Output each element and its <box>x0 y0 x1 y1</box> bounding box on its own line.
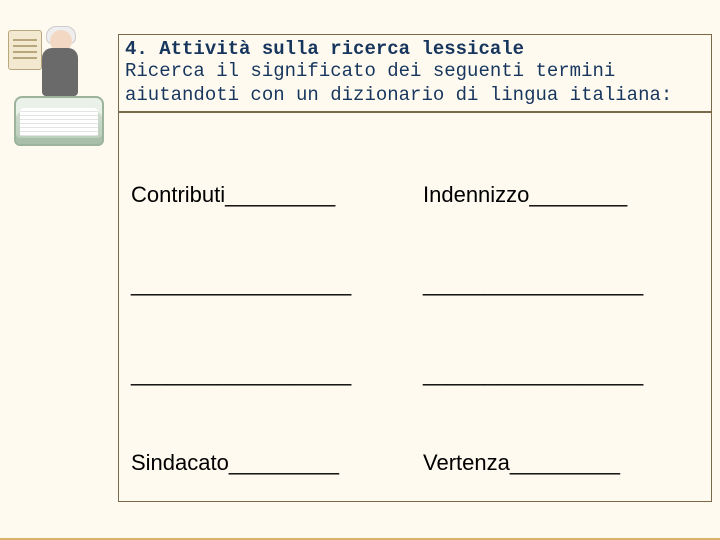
activity-title: 4. Attività sulla ricerca lessicale <box>125 38 705 60</box>
dictionary-judge-icon <box>8 30 114 148</box>
blank-line: __________________ <box>423 269 701 299</box>
scroll-icon <box>8 30 42 70</box>
blank-line: __________________ <box>131 537 409 540</box>
blank-line: __________________ <box>423 359 701 389</box>
slide: 4. Attività sulla ricerca lessicale Rice… <box>0 0 720 540</box>
blank-line: __________________ <box>131 269 409 299</box>
term-contributi: Contributi_________ <box>131 180 409 210</box>
blank-line: __________________ <box>423 537 701 540</box>
header-box: 4. Attività sulla ricerca lessicale Rice… <box>118 34 712 112</box>
activity-subtitle: Ricerca il significato dei seguenti term… <box>125 60 705 108</box>
left-column: Contributi_________ __________________ _… <box>131 121 409 540</box>
term-vertenza: Vertenza_________ <box>423 448 701 478</box>
columns: Contributi_________ __________________ _… <box>131 121 701 540</box>
dictionary-pages-icon <box>20 108 98 136</box>
worksheet-box: Contributi_________ __________________ _… <box>118 112 712 502</box>
term-sindacato: Sindacato_________ <box>131 448 409 478</box>
right-column: Indennizzo________ __________________ __… <box>423 121 701 540</box>
judge-body-icon <box>42 48 78 96</box>
blank-line: __________________ <box>131 359 409 389</box>
term-indennizzo: Indennizzo________ <box>423 180 701 210</box>
